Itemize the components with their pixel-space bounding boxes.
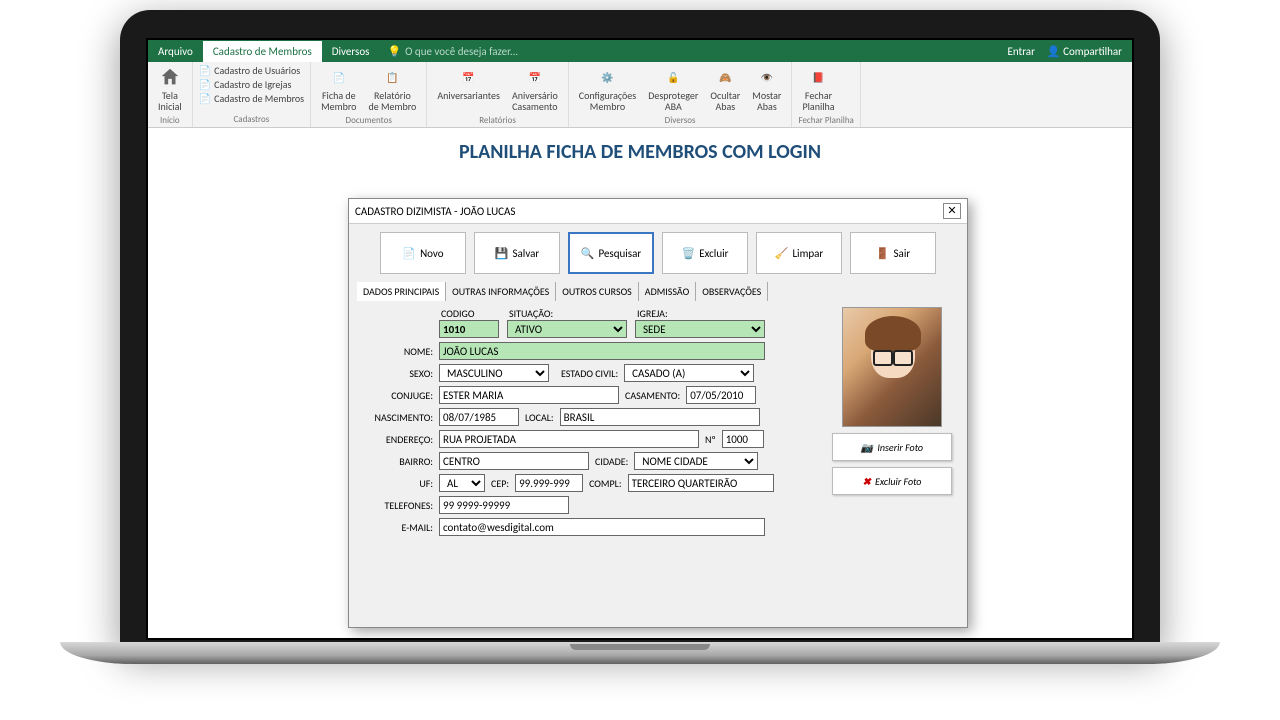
tab-outros-cursos[interactable]: OUTROS CURSOS	[556, 282, 639, 301]
tab-observacoes[interactable]: OBSERVAÇÕES	[696, 282, 768, 301]
tab-outras-informacoes[interactable]: OUTRAS INFORMAÇÕES	[446, 282, 556, 301]
tell-me-search[interactable]: 💡 O que você deseja fazer...	[387, 45, 518, 58]
fechar-planilha-button[interactable]: 📕Fechar Planilha	[798, 64, 838, 114]
aniversariantes-button[interactable]: 📅Aniversariantes	[433, 64, 504, 103]
limpar-button[interactable]: 🧹Limpar	[756, 232, 842, 274]
estado-civil-select[interactable]: CASADO (A)	[624, 364, 754, 382]
gear-icon: ⚙️	[596, 66, 618, 88]
lightbulb-icon: 💡	[387, 45, 401, 58]
uf-select[interactable]: AL	[439, 474, 485, 492]
clean-icon: 🧹	[775, 247, 789, 260]
home-icon	[159, 66, 181, 88]
show-icon: 👁️	[756, 66, 778, 88]
codigo-field[interactable]	[439, 320, 499, 338]
member-photo	[842, 307, 942, 427]
relatorio-membro-button[interactable]: 📋Relatório de Membro	[364, 64, 420, 114]
desproteger-aba-button[interactable]: 🔓Desproteger ABA	[644, 64, 702, 114]
save-icon: 💾	[495, 247, 509, 260]
config-membro-button[interactable]: ⚙️Configurações Membro	[575, 64, 640, 114]
casamento-field[interactable]	[686, 386, 756, 404]
doc-icon: 📄	[199, 78, 211, 91]
ficha-membro-button[interactable]: 📄Ficha de Membro	[317, 64, 360, 114]
excluir-button[interactable]: 🗑️Excluir	[662, 232, 748, 274]
numero-field[interactable]	[722, 430, 764, 448]
cep-field[interactable]	[515, 474, 583, 492]
compartilhar-link[interactable]: 👤 Compartilhar	[1047, 45, 1122, 58]
local-field[interactable]	[560, 408, 760, 426]
salvar-button[interactable]: 💾Salvar	[474, 232, 560, 274]
cadastro-dialog: CADASTRO DIZIMISTA - JOÃO LUCAS ✕ 📄Novo …	[348, 198, 968, 628]
doc-icon: 📄	[199, 64, 211, 77]
pesquisar-button[interactable]: 🔍Pesquisar	[568, 232, 654, 274]
mostrar-abas-button[interactable]: 👁️Mostar Abas	[748, 64, 785, 114]
conjuge-field[interactable]	[439, 386, 619, 404]
cadastro-membros-button[interactable]: 📄Cadastro de Membros	[199, 92, 304, 105]
tela-inicial-button[interactable]: Tela Inicial	[154, 64, 186, 114]
tab-diversos[interactable]: Diversos	[322, 41, 380, 62]
camera-icon: 📷	[861, 441, 873, 454]
ribbon-tabs: Arquivo Cadastro de Membros Diversos 💡 O…	[148, 40, 1132, 62]
ocultar-abas-button[interactable]: 🙈Ocultar Abas	[706, 64, 744, 114]
cadastro-igrejas-button[interactable]: 📄Cadastro de Igrejas	[199, 78, 304, 91]
telefones-field[interactable]	[439, 496, 569, 514]
delete-icon: ✖	[863, 475, 871, 488]
form-tabs: DADOS PRINCIPAIS OUTRAS INFORMAÇÕES OUTR…	[349, 282, 967, 301]
search-icon: 🔍	[581, 247, 595, 260]
tab-dados-principais[interactable]: DADOS PRINCIPAIS	[357, 282, 446, 301]
hide-icon: 🙈	[714, 66, 736, 88]
close-file-icon: 📕	[808, 66, 830, 88]
exit-icon: 🚪	[876, 247, 890, 260]
plus-doc-icon: 📄	[402, 247, 416, 260]
tab-cadastro-membros[interactable]: Cadastro de Membros	[203, 41, 322, 62]
report-icon: 📋	[381, 66, 403, 88]
compl-field[interactable]	[628, 474, 774, 492]
trash-icon: 🗑️	[682, 247, 696, 260]
page-title: PLANILHA FICHA DE MEMBROS COM LOGIN	[148, 128, 1132, 172]
cadastro-usuarios-button[interactable]: 📄Cadastro de Usuários	[199, 64, 304, 77]
bairro-field[interactable]	[439, 452, 589, 470]
ribbon: Tela Inicial Início 📄Cadastro de Usuário…	[148, 62, 1132, 128]
tab-arquivo[interactable]: Arquivo	[148, 41, 203, 62]
novo-button[interactable]: 📄Novo	[380, 232, 466, 274]
sair-button[interactable]: 🚪Sair	[850, 232, 936, 274]
nascimento-field[interactable]	[439, 408, 519, 426]
person-icon: 👤	[1047, 45, 1061, 58]
cidade-select[interactable]: NOME CIDADE	[634, 452, 758, 470]
igreja-select[interactable]: SEDE	[635, 320, 765, 338]
close-dialog-button[interactable]: ✕	[943, 203, 961, 219]
calendar-icon: 📅	[458, 66, 480, 88]
entrar-link[interactable]: Entrar	[1007, 45, 1034, 58]
aniversario-casamento-button[interactable]: 📅Aniversário Casamento	[508, 64, 562, 114]
inserir-foto-button[interactable]: 📷Inserir Foto	[832, 433, 952, 461]
tab-admissao[interactable]: ADMISSÃO	[639, 282, 696, 301]
email-field[interactable]	[439, 518, 765, 536]
endereco-field[interactable]	[439, 430, 699, 448]
dialog-title: CADASTRO DIZIMISTA - JOÃO LUCAS	[355, 205, 515, 218]
doc-icon: 📄	[199, 92, 211, 105]
excluir-foto-button[interactable]: ✖Excluir Foto	[832, 467, 952, 495]
nome-field[interactable]	[439, 342, 765, 360]
dialog-toolbar: 📄Novo 💾Salvar 🔍Pesquisar 🗑️Excluir 🧹Limp…	[349, 224, 967, 282]
situacao-select[interactable]: ATIVO	[507, 320, 627, 338]
calendar-icon: 📅	[524, 66, 546, 88]
sexo-select[interactable]: MASCULINO	[439, 364, 549, 382]
file-icon: 📄	[328, 66, 350, 88]
unlock-icon: 🔓	[662, 66, 684, 88]
